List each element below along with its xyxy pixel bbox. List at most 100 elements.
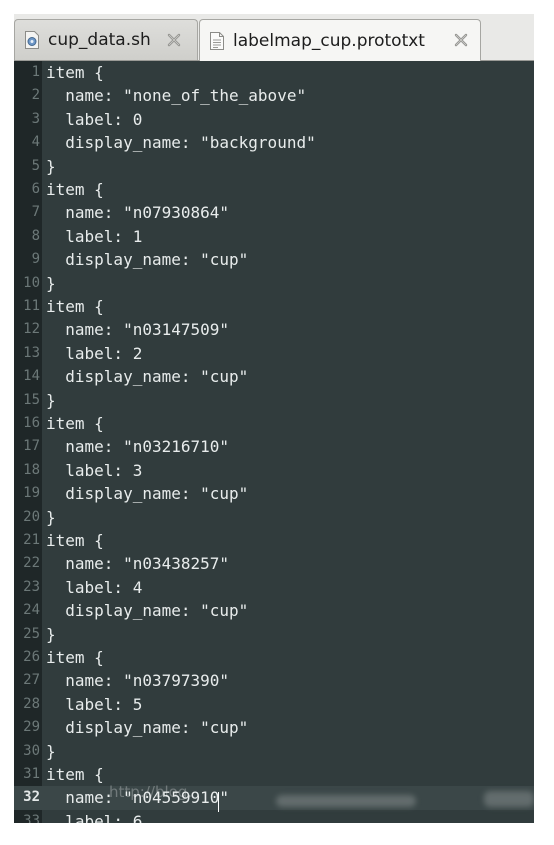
code-text[interactable]: display_name: "cup" xyxy=(46,599,248,622)
code-line[interactable]: 6 item { xyxy=(14,178,534,201)
code-line[interactable]: 12 name: "n03147509" xyxy=(14,318,534,341)
blur-smudge xyxy=(484,791,534,807)
line-number: 30 xyxy=(23,742,40,759)
code-text[interactable]: item { xyxy=(46,61,104,84)
line-number: 17 xyxy=(23,438,40,455)
code-text[interactable]: display_name: "cup" xyxy=(46,248,248,271)
code-line[interactable]: 29 display_name: "cup" xyxy=(14,716,534,739)
line-number: 26 xyxy=(23,649,40,665)
code-line[interactable]: 26 item { xyxy=(14,646,534,669)
code-text[interactable]: label: 0 xyxy=(46,108,142,131)
tab-labelmap-cup-prototxt[interactable]: labelmap_cup.prototxt xyxy=(199,19,481,61)
code-line[interactable]: 32 name: "n04559910" xyxy=(14,786,534,810)
code-line[interactable]: 24 display_name: "cup" xyxy=(14,599,534,622)
line-number: 4 xyxy=(31,134,40,151)
code-text[interactable]: item { xyxy=(46,529,104,552)
line-number: 13 xyxy=(23,344,40,361)
code-line[interactable]: 9 display_name: "cup" xyxy=(14,248,534,271)
code-text[interactable]: } xyxy=(46,389,56,412)
code-text[interactable]: item { xyxy=(46,646,104,669)
code-line[interactable]: 8 label: 1 xyxy=(14,225,534,248)
text-editor-window: cup_data.sh labelmap_cup.prototxt 1 item… xyxy=(0,0,554,845)
code-line[interactable]: 11 item { xyxy=(14,295,534,318)
tab-cup-data-sh[interactable]: cup_data.sh xyxy=(14,19,198,60)
code-text[interactable]: label: 4 xyxy=(46,576,142,599)
code-line[interactable]: 7 name: "n07930864" xyxy=(14,201,534,224)
line-number: 27 xyxy=(23,672,40,689)
code-line[interactable]: 16 item { xyxy=(14,412,534,435)
tab-label: cup_data.sh xyxy=(48,30,151,50)
code-line[interactable]: 18 label: 3 xyxy=(14,459,534,482)
code-text[interactable]: item { xyxy=(46,763,104,786)
line-number: 31 xyxy=(23,766,40,782)
code-line[interactable]: 28 label: 5 xyxy=(14,693,534,716)
tab-bar: cup_data.sh labelmap_cup.prototxt xyxy=(14,14,534,61)
code-line[interactable]: 23 label: 4 xyxy=(14,576,534,599)
code-text[interactable]: label: 2 xyxy=(46,342,142,365)
code-line[interactable]: 1 item { xyxy=(14,61,534,84)
code-text[interactable]: name: "n03438257" xyxy=(46,552,229,575)
code-text[interactable]: name: "n07930864" xyxy=(46,201,229,224)
code-text[interactable]: item { xyxy=(46,412,104,435)
line-number: 28 xyxy=(23,695,40,712)
text-cursor xyxy=(218,792,219,812)
code-text[interactable]: display_name: "cup" xyxy=(46,482,248,505)
code-line[interactable]: 10} xyxy=(14,272,534,295)
line-number: 15 xyxy=(23,391,40,408)
code-line[interactable]: 17 name: "n03216710" xyxy=(14,435,534,458)
line-number: 23 xyxy=(23,578,40,595)
code-line[interactable]: 19 display_name: "cup" xyxy=(14,482,534,505)
code-text[interactable]: display_name: "background" xyxy=(46,131,315,154)
code-text[interactable]: name: "none_of_the_above" xyxy=(46,84,306,107)
code-text[interactable]: } xyxy=(46,506,56,529)
code-line[interactable]: 30} xyxy=(14,740,534,763)
code-text[interactable]: } xyxy=(46,272,56,295)
code-line[interactable]: 22 name: "n03438257" xyxy=(14,552,534,575)
code-text[interactable]: } xyxy=(46,155,56,178)
code-text[interactable]: label: 3 xyxy=(46,459,142,482)
code-text[interactable]: name: "n04559910" xyxy=(46,786,229,809)
line-number: 6 xyxy=(31,181,40,197)
code-text[interactable]: name: "n03147509" xyxy=(46,318,229,341)
line-number: 20 xyxy=(23,508,40,525)
code-line[interactable]: 14 display_name: "cup" xyxy=(14,365,534,388)
close-icon[interactable] xyxy=(165,31,183,49)
code-text[interactable]: label: 5 xyxy=(46,693,142,716)
blur-smudge xyxy=(276,795,416,807)
code-text[interactable]: } xyxy=(46,623,56,646)
line-number: 8 xyxy=(31,227,40,244)
code-text[interactable]: item { xyxy=(46,295,104,318)
line-number: 19 xyxy=(23,485,40,502)
code-line[interactable]: 25} xyxy=(14,623,534,646)
code-text[interactable]: item { xyxy=(46,178,104,201)
code-line[interactable]: 15} xyxy=(14,389,534,412)
code-text[interactable]: } xyxy=(46,740,56,763)
code-line[interactable]: 4 display_name: "background" xyxy=(14,131,534,154)
tab-label: labelmap_cup.prototxt xyxy=(233,30,425,51)
line-number: 21 xyxy=(23,532,40,548)
code-line[interactable]: 27 name: "n03797390" xyxy=(14,669,534,692)
code-text[interactable]: display_name: "cup" xyxy=(46,716,248,739)
code-text[interactable]: label: 1 xyxy=(46,225,142,248)
code-line[interactable]: 21 item { xyxy=(14,529,534,552)
line-number: 29 xyxy=(23,719,40,736)
code-editor[interactable]: 1 item {2 name: "none_of_the_above" 3 labe… xyxy=(14,61,534,823)
code-text[interactable]: display_name: "cup" xyxy=(46,365,248,388)
code-line[interactable]: 13 label: 2 xyxy=(14,342,534,365)
line-number: 11 xyxy=(23,298,40,314)
code-line[interactable]: 20} xyxy=(14,506,534,529)
line-number: 33 xyxy=(23,812,40,823)
code-text[interactable]: name: "n03797390" xyxy=(46,669,229,692)
code-line[interactable]: 3 label: 0 xyxy=(14,108,534,131)
code-line[interactable]: 31 item { xyxy=(14,763,534,786)
code-line[interactable]: 2 name: "none_of_the_above" xyxy=(14,84,534,107)
line-number: 5 xyxy=(31,157,40,174)
code-text[interactable]: label: 6 xyxy=(46,810,142,823)
code-line[interactable]: 33 label: 6 xyxy=(14,810,534,823)
line-number: 14 xyxy=(23,368,40,385)
line-number: 18 xyxy=(23,461,40,478)
code-text[interactable]: name: "n03216710" xyxy=(46,435,229,458)
line-number: 25 xyxy=(23,625,40,642)
code-line[interactable]: 5} xyxy=(14,155,534,178)
close-icon[interactable] xyxy=(452,31,470,49)
